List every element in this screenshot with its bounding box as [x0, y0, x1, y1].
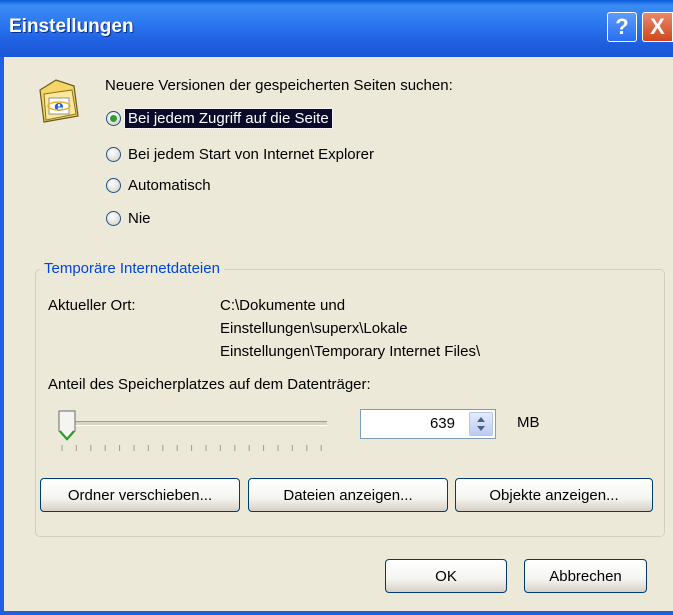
- help-icon: ?: [615, 14, 629, 39]
- cancel-button[interactable]: Abbrechen: [524, 559, 647, 593]
- window-border-bottom: [0, 611, 673, 615]
- slider-thumb-icon[interactable]: [57, 410, 77, 442]
- radio-label-every-visit[interactable]: Bei jedem Zugriff auf die Seite: [124, 107, 333, 129]
- title-bar[interactable]: Einstellungen ? X: [0, 0, 673, 57]
- radio-button-selected[interactable]: [106, 110, 121, 126]
- ie-folder-icon: e: [39, 79, 79, 123]
- disk-space-slider-track[interactable]: [64, 421, 327, 426]
- location-label: Aktueller Ort:: [48, 297, 136, 314]
- disk-space-spinbox[interactable]: 639: [360, 409, 496, 439]
- radio-automatic[interactable]: Automatisch: [106, 173, 214, 197]
- disk-space-label: Anteil des Speicherplatzes auf dem Daten…: [48, 376, 371, 393]
- radio-button[interactable]: [106, 210, 121, 226]
- svg-text:e: e: [54, 97, 64, 115]
- radio-every-visit[interactable]: Bei jedem Zugriff auf die Seite: [106, 106, 333, 130]
- location-line-2: Einstellungen\superx\Lokale: [220, 320, 408, 337]
- spin-arrows-icon[interactable]: [469, 412, 493, 436]
- slider-ticks: [61, 445, 322, 451]
- window-title: Einstellungen: [9, 16, 134, 37]
- disk-space-unit: MB: [517, 414, 540, 431]
- radio-label-every-start[interactable]: Bei jedem Start von Internet Explorer: [125, 145, 377, 164]
- radio-label-never[interactable]: Nie: [125, 209, 154, 228]
- temp-files-group-title: Temporäre Internetdateien: [40, 260, 224, 277]
- settings-dialog: Einstellungen ? X e Neuere Versionen der…: [0, 0, 673, 615]
- radio-button[interactable]: [106, 177, 121, 193]
- radio-label-automatic[interactable]: Automatisch: [125, 176, 214, 195]
- close-button[interactable]: X: [642, 12, 673, 42]
- ok-button[interactable]: OK: [385, 559, 507, 593]
- close-icon: X: [650, 14, 665, 39]
- disk-space-value[interactable]: 639: [430, 415, 455, 432]
- view-objects-button[interactable]: Objekte anzeigen...: [455, 478, 653, 512]
- window-border-left: [0, 57, 4, 615]
- move-folder-button[interactable]: Ordner verschieben...: [40, 478, 240, 512]
- location-line-1: C:\Dokumente und: [220, 297, 346, 314]
- radio-button[interactable]: [106, 146, 121, 162]
- help-button[interactable]: ?: [607, 12, 637, 42]
- location-line-3: Einstellungen\Temporary Internet Files\: [220, 343, 481, 360]
- view-files-button[interactable]: Dateien anzeigen...: [248, 478, 448, 512]
- radio-never[interactable]: Nie: [106, 206, 154, 230]
- radio-every-start[interactable]: Bei jedem Start von Internet Explorer: [106, 142, 377, 166]
- check-heading: Neuere Versionen der gespeicherten Seite…: [105, 77, 453, 94]
